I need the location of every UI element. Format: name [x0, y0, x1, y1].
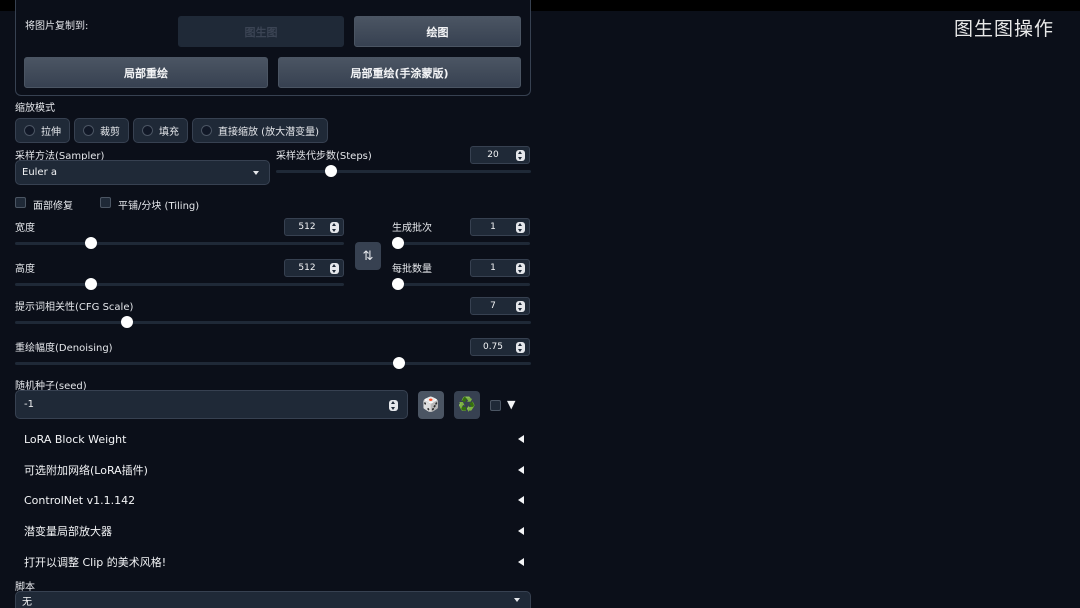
sampler-dropdown[interactable]: Euler a — [15, 160, 270, 185]
spinner-icon[interactable] — [330, 222, 339, 233]
cfg-slider-track[interactable] — [15, 321, 531, 324]
spinner-icon[interactable] — [516, 342, 525, 353]
denoise-label: 重绘幅度(Denoising) — [15, 343, 113, 354]
seed-input[interactable]: -1 — [15, 390, 408, 419]
random-seed-button[interactable]: 🎲 — [418, 391, 444, 419]
copy-to-inpaint-sketch-button[interactable]: 局部重绘(手涂蒙版) — [278, 57, 521, 88]
denoise-value: 0.75 — [482, 342, 504, 352]
spinner-icon[interactable] — [330, 263, 339, 274]
height-slider-track[interactable] — [15, 283, 344, 286]
face-restore-label: 面部修复 — [33, 201, 73, 212]
recycle-icon: ♻️ — [458, 397, 476, 413]
triangle-left-icon — [518, 435, 524, 443]
height-slider-thumb[interactable] — [84, 278, 97, 290]
dice-icon: 🎲 — [422, 397, 440, 413]
accordion-label: 潜变量局部放大器 — [24, 525, 112, 538]
copy-to-inpaint-button[interactable]: 局部重绘 — [24, 57, 268, 88]
cfg-number-input[interactable]: 7 — [470, 297, 530, 315]
denoise-slider-track[interactable] — [15, 362, 531, 365]
radio-label: 填充 — [159, 127, 179, 138]
width-number-input[interactable]: 512 — [284, 218, 344, 236]
width-slider-track[interactable] — [15, 242, 344, 245]
radio-label: 拉伸 — [41, 127, 61, 138]
denoise-slider-thumb[interactable] — [393, 357, 405, 369]
steps-label: 采样迭代步数(Steps) — [276, 151, 372, 162]
chevron-down-icon — [514, 598, 520, 602]
batch-count-number-input[interactable]: 1 — [470, 218, 530, 236]
height-label: 高度 — [15, 264, 35, 275]
triangle-left-icon — [518, 527, 524, 535]
cfg-label: 提示词相关性(CFG Scale) — [15, 302, 134, 313]
batch-size-slider-track[interactable] — [392, 283, 530, 286]
radio-icon — [24, 125, 35, 136]
accordion-clip-aesthetic[interactable]: 打开以调整 Clip 的美术风格! — [24, 552, 524, 572]
width-value: 512 — [298, 222, 316, 232]
script-dropdown[interactable]: 无 — [15, 591, 531, 608]
face-restore-checkbox[interactable] — [15, 197, 26, 208]
spinner-icon[interactable] — [516, 222, 525, 233]
resize-mode-crop[interactable]: 裁剪 — [74, 118, 129, 143]
accordion-latent-upscaler[interactable]: 潜变量局部放大器 — [24, 521, 524, 541]
batch-size-number-input[interactable]: 1 — [470, 259, 530, 277]
chevron-down-icon — [253, 170, 259, 175]
resize-mode-label: 缩放模式 — [15, 103, 55, 114]
accordion-label: 打开以调整 Clip 的美术风格! — [24, 556, 167, 569]
batch-size-value: 1 — [490, 263, 496, 273]
steps-slider-track[interactable] — [276, 170, 531, 173]
radio-label: 裁剪 — [100, 127, 120, 138]
width-slider-thumb[interactable] — [84, 237, 97, 249]
steps-value: 20 — [487, 150, 499, 160]
copy-to-sketch-button[interactable]: 绘图 — [354, 16, 521, 47]
height-value: 512 — [298, 263, 316, 273]
batch-count-value: 1 — [490, 222, 496, 232]
extra-seed-checkbox[interactable] — [490, 400, 501, 411]
cfg-slider-thumb[interactable] — [120, 316, 133, 328]
tiling-label: 平铺/分块 (Tiling) — [118, 201, 200, 212]
steps-number-input[interactable]: 20 — [470, 146, 530, 164]
spinner-icon[interactable] — [516, 150, 525, 161]
spinner-icon[interactable] — [516, 263, 525, 274]
batch-count-slider-thumb[interactable] — [392, 237, 404, 249]
swap-dimensions-button[interactable]: ⇅ — [355, 242, 381, 270]
triangle-left-icon — [518, 466, 524, 474]
reuse-seed-button[interactable]: ♻️ — [454, 391, 480, 419]
accordion-additional-networks[interactable]: 可选附加网络(LoRA插件) — [24, 460, 524, 480]
seed-value: -1 — [24, 399, 34, 410]
resize-mode-latent[interactable]: 直接缩放 (放大潜变量) — [192, 118, 328, 143]
watermark-title: 图生图操作 — [954, 18, 1055, 40]
copy-to-img2img-button[interactable]: 图生图 — [178, 16, 344, 47]
resize-mode-stretch[interactable]: 拉伸 — [15, 118, 70, 143]
radio-label: 直接缩放 (放大潜变量) — [218, 127, 319, 138]
accordion-label: ControlNet v1.1.142 — [24, 493, 136, 507]
accordion-label: 可选附加网络(LoRA插件) — [24, 464, 148, 477]
accordion-controlnet[interactable]: ControlNet v1.1.142 — [24, 490, 524, 510]
radio-icon — [142, 125, 153, 136]
radio-icon — [201, 125, 212, 136]
batch-count-label: 生成批次 — [392, 223, 432, 234]
denoise-number-input[interactable]: 0.75 — [470, 338, 530, 356]
extra-seed-toggle-icon[interactable]: ▼ — [507, 398, 515, 411]
accordion-label: LoRA Block Weight — [24, 432, 127, 446]
radio-icon — [83, 125, 94, 136]
triangle-left-icon — [518, 496, 524, 504]
resize-mode-fill[interactable]: 填充 — [133, 118, 188, 143]
triangle-left-icon — [518, 558, 524, 566]
batch-count-slider-track[interactable] — [392, 242, 530, 245]
swap-icon: ⇅ — [362, 248, 374, 264]
tiling-checkbox[interactable] — [100, 197, 111, 208]
height-number-input[interactable]: 512 — [284, 259, 344, 277]
batch-size-slider-thumb[interactable] — [392, 278, 404, 290]
cfg-value: 7 — [490, 301, 496, 311]
batch-size-label: 每批数量 — [392, 264, 432, 275]
spinner-icon[interactable] — [516, 301, 525, 312]
steps-slider-thumb[interactable] — [324, 165, 337, 177]
accordion-lora-block-weight[interactable]: LoRA Block Weight — [24, 429, 524, 449]
sampler-value: Euler a — [22, 167, 58, 178]
width-label: 宽度 — [15, 223, 35, 234]
script-value: 无 — [22, 596, 32, 608]
spinner-icon[interactable] — [389, 400, 398, 411]
copy-image-label: 将图片复制到: — [25, 21, 89, 32]
